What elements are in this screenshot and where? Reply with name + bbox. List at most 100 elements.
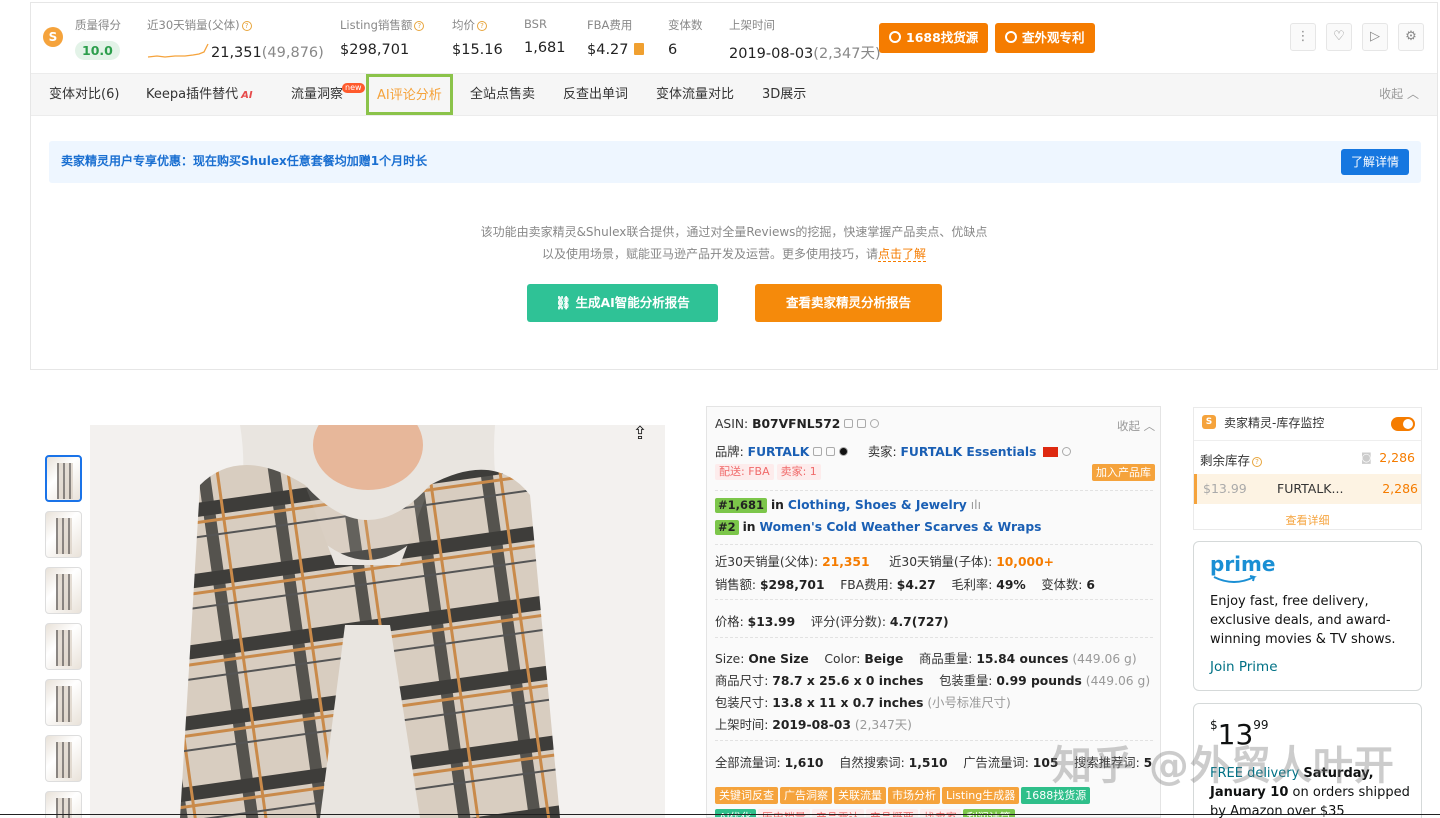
listing-sales-value: $298,701 (340, 42, 410, 58)
asin-value[interactable]: B07VFNL572 (752, 417, 840, 431)
pkg-weight-value: 0.99 pounds (996, 674, 1082, 688)
thumbnail[interactable] (45, 735, 82, 782)
tab-ai-review-analysis[interactable]: AI评论分析 (366, 74, 453, 115)
metric-label: 均价 (452, 18, 475, 32)
button-label: 查外观专利 (1022, 30, 1085, 45)
thumbnail-gallery (45, 455, 85, 818)
collapse-label: 收起 (1117, 419, 1140, 433)
traffic-natural-value[interactable]: 1,510 (909, 756, 948, 770)
copy-icon[interactable] (844, 419, 854, 428)
favorite-heart-icon[interactable]: ♡ (1326, 23, 1352, 51)
prime-logo: prime (1210, 552, 1276, 576)
metric-launch: 上架时间 2019-08-03(2,347天) (729, 17, 881, 63)
external-link-icon[interactable] (826, 447, 836, 456)
metric-label: 上架时间 (729, 18, 775, 32)
metric-bsr: BSR 1,681 (524, 17, 566, 56)
thumbnail[interactable] (45, 511, 82, 558)
brand-link[interactable]: FURTALK (748, 445, 810, 459)
seller-sprite-logo-icon: S (43, 27, 63, 47)
rank-badge: #2 (715, 520, 739, 535)
thumbnail[interactable] (45, 623, 82, 670)
tab-variant-compare[interactable]: 变体对比(6) (49, 74, 119, 115)
find-1688-source-button[interactable]: 1688找货源 (879, 23, 989, 53)
metric-quality: 质量得分 10.0 (75, 17, 121, 60)
button-label: 1688找货源 (906, 30, 979, 45)
view-report-button[interactable]: 查看卖家精灵分析报告 (755, 284, 942, 322)
tab-3d-view[interactable]: 3D展示 (762, 74, 806, 115)
collapse-toggle[interactable]: 收起 ︿ (1379, 74, 1419, 115)
metrics-bar: S 质量得分 10.0 近30天销量(父体)? 21,351(49,876) L… (31, 3, 1437, 73)
category-link[interactable]: Clothing, Shoes & Jewelry (788, 498, 967, 512)
tool-chip-keyword-reverse[interactable]: 关键词反查 (715, 787, 778, 804)
rank-in: in (742, 520, 756, 534)
join-prime-link[interactable]: Join Prime (1210, 659, 1278, 675)
tab-keepa[interactable]: Keepa插件替代 AI (146, 74, 253, 115)
generate-ai-report-button[interactable]: ⛓ 生成AI智能分析报告 (527, 284, 718, 322)
share-icon[interactable]: ⇪ (626, 420, 654, 448)
rating-label: 评分(评分数): (810, 615, 886, 629)
help-icon[interactable]: ? (414, 21, 425, 31)
rating-value: 4.7(727) (889, 615, 949, 629)
check-patent-button[interactable]: 查外观专利 (995, 23, 1095, 53)
settings-gear-icon[interactable]: ⚙ (1398, 23, 1424, 51)
info-collapse-toggle[interactable]: 收起 ︿ (1117, 418, 1155, 434)
remaining-stock-value: 2,286 (1379, 450, 1415, 465)
price-row: 价格: $13.99 评分(评分数): 4.7(727) (715, 612, 949, 630)
calculator-icon[interactable] (633, 43, 644, 55)
divider (715, 490, 1153, 491)
product-main-image[interactable] (90, 425, 665, 818)
tab-variant-traffic[interactable]: 变体流量对比 (656, 74, 734, 115)
metric-listing-sales: Listing销售额? $298,701 (340, 17, 425, 58)
thumbnail[interactable] (45, 567, 82, 614)
seller-count-tag[interactable]: 卖家: 1 (776, 464, 821, 480)
sales-sparkline-icon[interactable] (147, 42, 209, 60)
weight-value: 15.84 ounces (976, 652, 1069, 666)
inventory-more-link[interactable]: 查看详细 (1194, 512, 1421, 528)
promo-learn-more-button[interactable]: 了解详情 (1340, 149, 1409, 175)
camera-icon[interactable]: ◙ (1361, 451, 1372, 464)
video-play-icon[interactable]: ▷ (1362, 23, 1388, 51)
weight-grams: (449.06 g) (1072, 652, 1137, 666)
tool-chip-listing-generator[interactable]: Listing生成器 (942, 787, 1020, 804)
tab-all-sites[interactable]: 全站点售卖 (470, 74, 535, 115)
attributes-row-4: 上架时间: 2019-08-03 (2,347天) (715, 715, 912, 733)
more-icon[interactable]: ⋮ (1290, 23, 1316, 51)
learn-more-link[interactable]: 点击了解 (878, 247, 927, 262)
tool-chip-ad-insight[interactable]: 广告洞察 (780, 787, 832, 804)
inventory-row-qty: 2,286 (1382, 481, 1418, 496)
location-icon[interactable] (1062, 447, 1072, 456)
bsr-value[interactable]: 1,681 (524, 40, 566, 56)
sales30-value[interactable]: 21,351 (211, 45, 262, 61)
traffic-all-value[interactable]: 1,610 (785, 756, 824, 770)
add-to-library-button[interactable]: 加入产品库 (1092, 464, 1157, 481)
seller-link[interactable]: FURTALK Essentials (901, 445, 1037, 459)
category-link[interactable]: Women's Cold Weather Scarves & Wraps (759, 520, 1041, 534)
label-text: 剩余库存 (1200, 453, 1251, 468)
tool-chip-related-traffic[interactable]: 关联流量 (834, 787, 886, 804)
thumbnail[interactable] (45, 455, 82, 502)
inventory-row[interactable]: $13.99 FURTALK... 2,286 (1194, 474, 1421, 504)
prime-text: Enjoy fast, free delivery, exclusive dea… (1210, 594, 1396, 647)
patent-icon (1005, 31, 1017, 43)
bar-chart-icon[interactable]: ılı (971, 498, 981, 512)
pkg-dim-note: (小号标准尺寸) (927, 696, 1011, 710)
copy-icon[interactable] (857, 419, 867, 428)
ai-badge: AI (241, 90, 253, 101)
tiktok-icon[interactable] (839, 447, 849, 456)
attributes-row-2: 商品尺寸: 78.7 x 25.6 x 0 inches 包装重量: 0.99 … (715, 671, 1150, 689)
metric-avg-price: 均价? $15.16 (452, 17, 503, 58)
thumbnail[interactable] (45, 679, 82, 726)
copy-icon[interactable] (813, 447, 823, 456)
inventory-toggle[interactable] (1391, 417, 1415, 431)
tool-chip-market-analysis[interactable]: 市场分析 (888, 787, 940, 804)
location-icon[interactable] (870, 419, 880, 428)
seller-label: 卖家: (867, 445, 897, 459)
help-icon[interactable]: ? (241, 21, 252, 31)
tab-traffic-insight[interactable]: 流量洞察 (291, 74, 343, 115)
variants-value: 6 (668, 42, 678, 58)
inventory-title: 卖家精灵-库存监控 (1224, 416, 1325, 430)
sales-row: 近30天销量(父体): 21,351 近30天销量(子体): 10,000+ (715, 552, 1054, 570)
help-icon[interactable]: ? (1252, 457, 1263, 467)
help-icon[interactable]: ? (477, 21, 487, 31)
tab-reverse-keywords[interactable]: 反查出单词 (563, 74, 628, 115)
